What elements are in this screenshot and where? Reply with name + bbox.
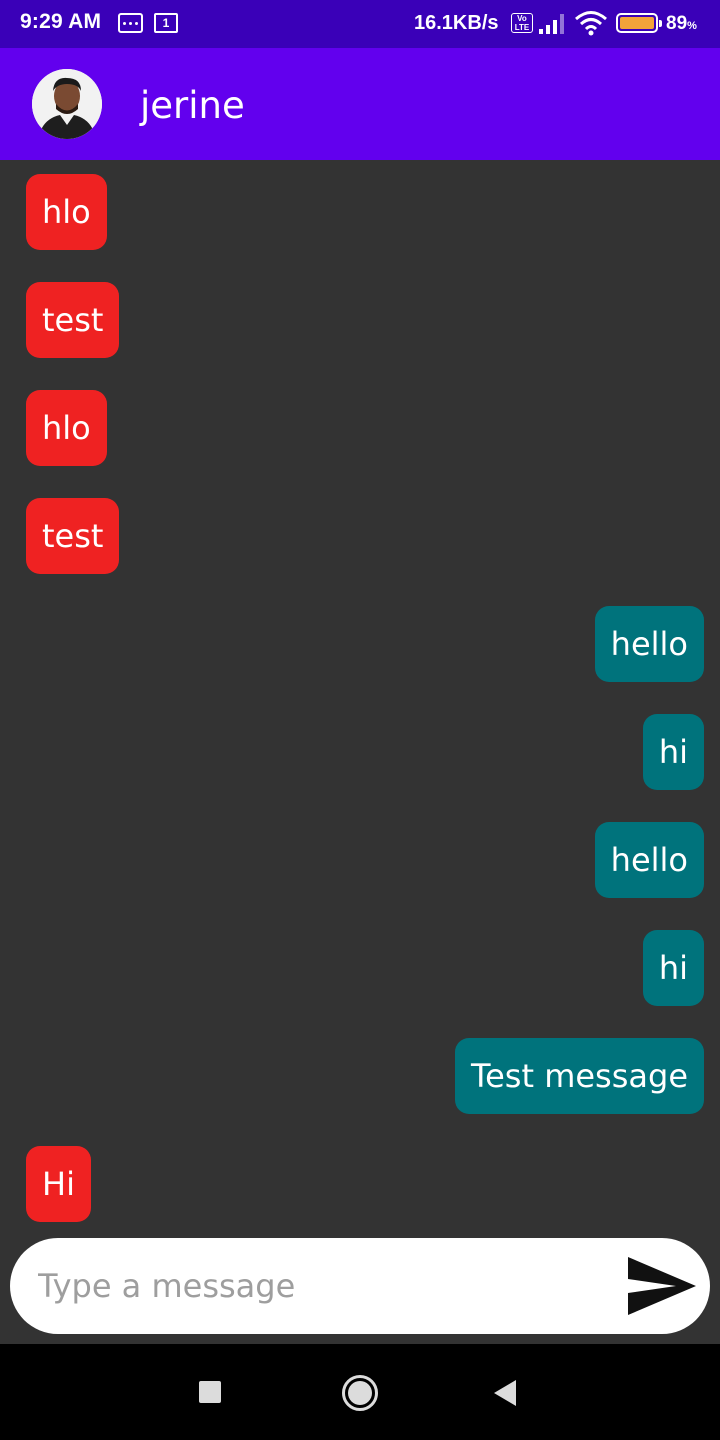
incoming-message-bubble[interactable]: test: [26, 498, 120, 574]
battery-percentage: 89%: [666, 13, 697, 34]
chat-header: jerine: [0, 48, 720, 160]
outgoing-message-bubble[interactable]: hi: [642, 930, 704, 1006]
incoming-message-bubble[interactable]: Hi: [26, 1146, 91, 1222]
home-icon[interactable]: [342, 1375, 378, 1411]
message-list[interactable]: hlo test hlo test hello hi hello hi Test message…: [0, 160, 720, 1238]
status-time: 9:29 AM: [20, 10, 102, 33]
message-row: hlo: [0, 174, 720, 250]
outgoing-message-bubble[interactable]: Test message: [455, 1038, 704, 1114]
incoming-message-bubble[interactable]: hlo: [26, 174, 107, 250]
send-button[interactable]: [624, 1252, 700, 1320]
message-row: hlo: [0, 390, 720, 466]
message-row: hello: [0, 822, 720, 898]
incoming-message-bubble[interactable]: test: [26, 282, 120, 358]
message-composer: [10, 1238, 710, 1334]
message-row: hi: [0, 930, 720, 1006]
sim-icon: 1: [154, 13, 178, 33]
contact-name: jerine: [140, 84, 245, 127]
incoming-message-bubble[interactable]: hlo: [26, 390, 107, 466]
message-row: test: [0, 498, 720, 574]
message-notification-icon: [118, 13, 143, 33]
volte-bottom-label: LTE: [514, 23, 530, 32]
battery-fill: [620, 17, 654, 29]
outgoing-message-bubble[interactable]: hello: [594, 606, 704, 682]
profile-photo: [32, 69, 102, 139]
signal-icon: [539, 14, 564, 34]
message-row: hello: [0, 606, 720, 682]
message-row: test: [0, 282, 720, 358]
send-icon: [628, 1257, 696, 1315]
network-speed: 16.1KB/s: [414, 12, 499, 34]
volte-top-label: Vo: [517, 14, 527, 23]
outgoing-message-bubble[interactable]: hello: [594, 822, 704, 898]
message-row: Hi: [0, 1146, 720, 1222]
battery-icon: [616, 13, 662, 33]
system-nav-bar: [0, 1344, 720, 1440]
back-icon[interactable]: [494, 1380, 516, 1406]
status-bar: 9:29 AM 1 16.1KB/s Vo LTE 89%: [0, 0, 720, 48]
message-input[interactable]: [38, 1260, 598, 1312]
volte-icon: Vo LTE: [511, 13, 533, 33]
message-row: Test message: [0, 1038, 720, 1114]
message-row: hi: [0, 714, 720, 790]
wifi-icon: [575, 11, 607, 36]
outgoing-message-bubble[interactable]: hi: [642, 714, 704, 790]
recents-icon[interactable]: [199, 1381, 221, 1403]
avatar[interactable]: [32, 69, 102, 139]
